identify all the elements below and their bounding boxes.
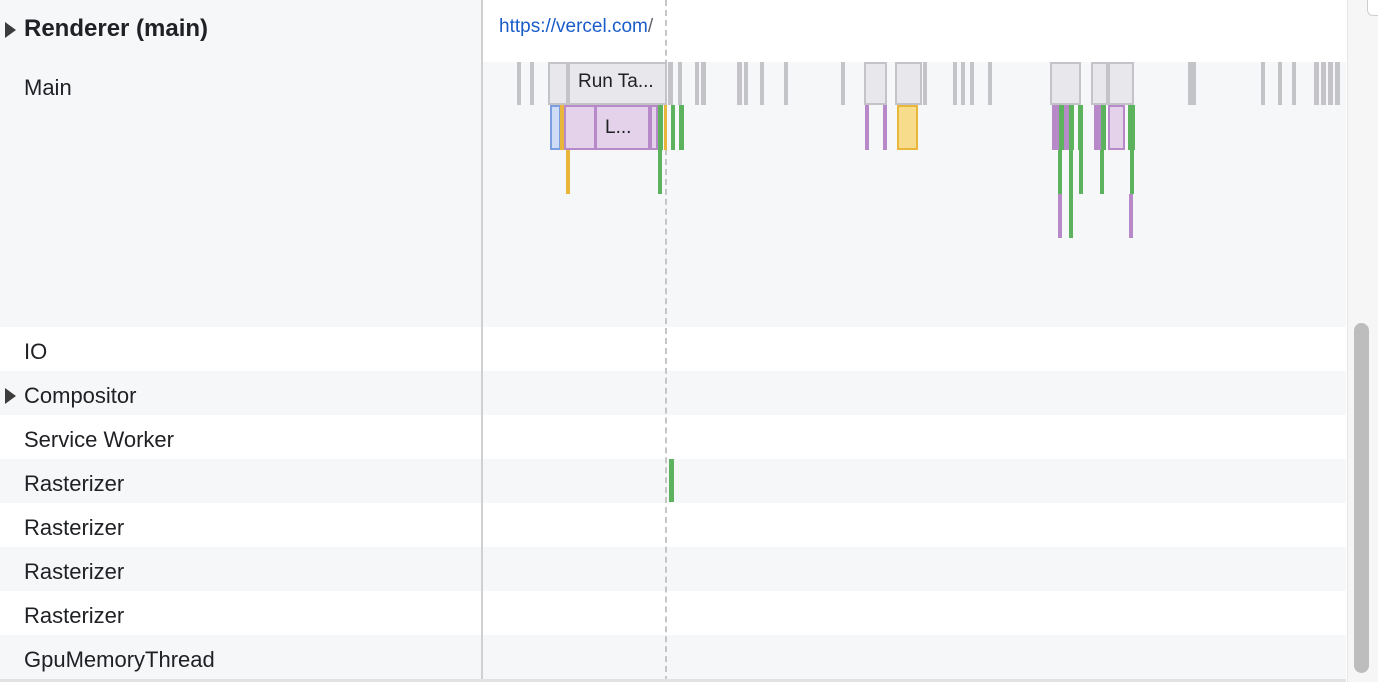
track-label-rasterizer-1[interactable]: Rasterizer [24, 471, 124, 497]
painting-event[interactable] [658, 150, 662, 194]
task-event[interactable] [1091, 62, 1108, 105]
rendering-event[interactable] [897, 105, 918, 150]
task-event[interactable] [760, 62, 764, 105]
rasterizer-2-track-bg [483, 503, 1346, 547]
task-event[interactable] [953, 62, 957, 105]
scripting-event[interactable] [1058, 194, 1062, 238]
gpu-memory-track-bg [483, 635, 1346, 682]
rasterizer-3-track-bg [483, 547, 1346, 591]
task-event[interactable] [695, 62, 699, 105]
painting-event[interactable] [679, 105, 684, 150]
task-event[interactable] [548, 62, 568, 105]
task-event[interactable] [1261, 62, 1265, 105]
scripting-event[interactable] [650, 105, 658, 150]
painting-event[interactable] [1128, 105, 1135, 150]
painting-event[interactable] [671, 105, 675, 150]
painting-event[interactable] [1069, 150, 1073, 194]
task-event[interactable] [864, 62, 887, 105]
scripting-event[interactable] [883, 105, 887, 150]
track-label-gpu-memory-thread[interactable]: GpuMemoryThread [24, 647, 215, 673]
task-event[interactable] [517, 62, 521, 105]
task-event[interactable] [668, 62, 673, 105]
service-worker-track-bg [483, 415, 1346, 459]
track-label-io[interactable]: IO [24, 339, 47, 365]
raster-event[interactable] [669, 459, 674, 502]
main-flame-chart[interactable]: Run Ta... L... [0, 0, 1346, 327]
painting-event[interactable] [1078, 105, 1083, 150]
painting-event[interactable] [1100, 150, 1104, 194]
task-event[interactable] [744, 62, 748, 105]
task-event[interactable] [1314, 62, 1319, 105]
task-event[interactable] [1108, 62, 1134, 105]
scripting-event[interactable] [1052, 105, 1059, 150]
task-event[interactable] [895, 62, 922, 105]
track-label-service-worker[interactable]: Service Worker [24, 427, 174, 453]
load-event-label: L... [605, 117, 632, 138]
painting-event[interactable] [1058, 150, 1062, 194]
task-event[interactable] [1292, 62, 1296, 105]
rendering-event[interactable] [664, 105, 667, 150]
track-label-rasterizer-2[interactable]: Rasterizer [24, 515, 124, 541]
task-event[interactable] [1328, 62, 1333, 105]
task-event[interactable] [1278, 62, 1282, 105]
painting-event[interactable] [658, 105, 663, 150]
scripting-event[interactable] [865, 105, 869, 150]
task-event[interactable] [841, 62, 845, 105]
track-label-rasterizer-3[interactable]: Rasterizer [24, 559, 124, 585]
painting-event[interactable] [1069, 194, 1073, 238]
rendering-event[interactable] [566, 150, 570, 194]
rasterizer-4-track-bg [483, 591, 1346, 635]
task-event[interactable] [530, 62, 534, 105]
task-event[interactable] [678, 62, 682, 105]
scripting-event[interactable] [564, 105, 596, 150]
painting-event[interactable] [1079, 150, 1083, 194]
task-event[interactable] [737, 62, 742, 105]
task-event[interactable] [1321, 62, 1326, 105]
scripting-event[interactable] [1129, 194, 1133, 238]
task-event[interactable] [784, 62, 788, 105]
scripting-event[interactable] [1094, 105, 1101, 150]
rasterizer-1-track-bg [483, 459, 1346, 503]
compositor-track-bg [483, 371, 1346, 415]
track-label-compositor[interactable]: Compositor [24, 383, 136, 409]
task-event[interactable] [1050, 62, 1081, 105]
painting-event[interactable] [1069, 105, 1074, 150]
scroll-corner [1367, 0, 1378, 16]
task-event[interactable] [1188, 62, 1196, 105]
task-event[interactable] [701, 62, 706, 105]
track-label-rasterizer-4[interactable]: Rasterizer [24, 603, 124, 629]
painting-event[interactable] [1130, 150, 1134, 194]
task-event[interactable] [970, 62, 974, 105]
task-event[interactable] [988, 62, 992, 105]
run-task-label: Run Ta... [578, 71, 654, 92]
task-event[interactable] [923, 62, 927, 105]
scripting-event[interactable] [1108, 105, 1125, 150]
io-track-bg [483, 327, 1346, 371]
vertical-scrollbar-thumb[interactable] [1354, 323, 1369, 673]
triangle-right-icon[interactable] [5, 388, 16, 404]
task-event[interactable] [1335, 62, 1340, 105]
task-event[interactable] [961, 62, 965, 105]
painting-event[interactable] [1101, 105, 1106, 150]
